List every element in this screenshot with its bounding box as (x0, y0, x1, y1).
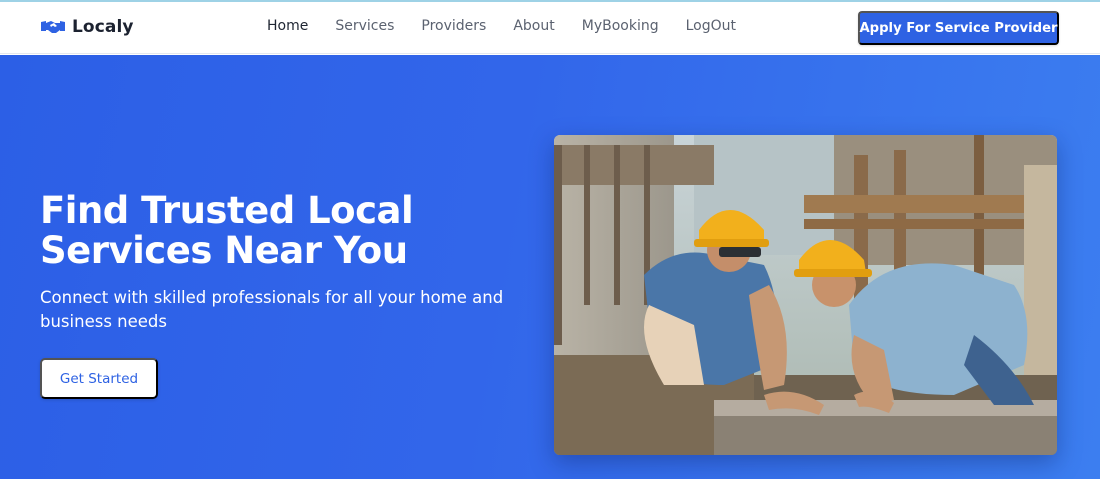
navbar: Localy Home Services Providers About MyB… (0, 2, 1100, 54)
hero-title-line-1: Find Trusted Local (40, 189, 414, 232)
nav-logout[interactable]: LogOut (686, 18, 736, 34)
nav-mybooking[interactable]: MyBooking (582, 18, 659, 34)
nav-about[interactable]: About (513, 18, 554, 34)
hero-subtitle: Connect with skilled professionals for a… (40, 288, 504, 331)
nav-services[interactable]: Services (335, 18, 394, 34)
hero-section: Find Trusted Local Services Near You Con… (0, 55, 1100, 479)
apply-service-provider-button[interactable]: Apply For Service Provider (858, 11, 1059, 45)
nav-providers[interactable]: Providers (421, 18, 486, 34)
nav-home[interactable]: Home (267, 18, 308, 34)
hero-title: Find Trusted Local Services Near You (40, 191, 510, 271)
construction-workers-photo (554, 135, 1057, 455)
hero-image (554, 135, 1057, 455)
get-started-button[interactable]: Get Started (40, 358, 158, 399)
handshake-icon (40, 18, 66, 36)
brand-name: Localy (72, 17, 134, 37)
brand-logo[interactable]: Localy (40, 17, 134, 37)
main-nav: Home Services Providers About MyBooking … (267, 18, 763, 34)
hero-title-line-2: Services Near You (40, 229, 408, 272)
